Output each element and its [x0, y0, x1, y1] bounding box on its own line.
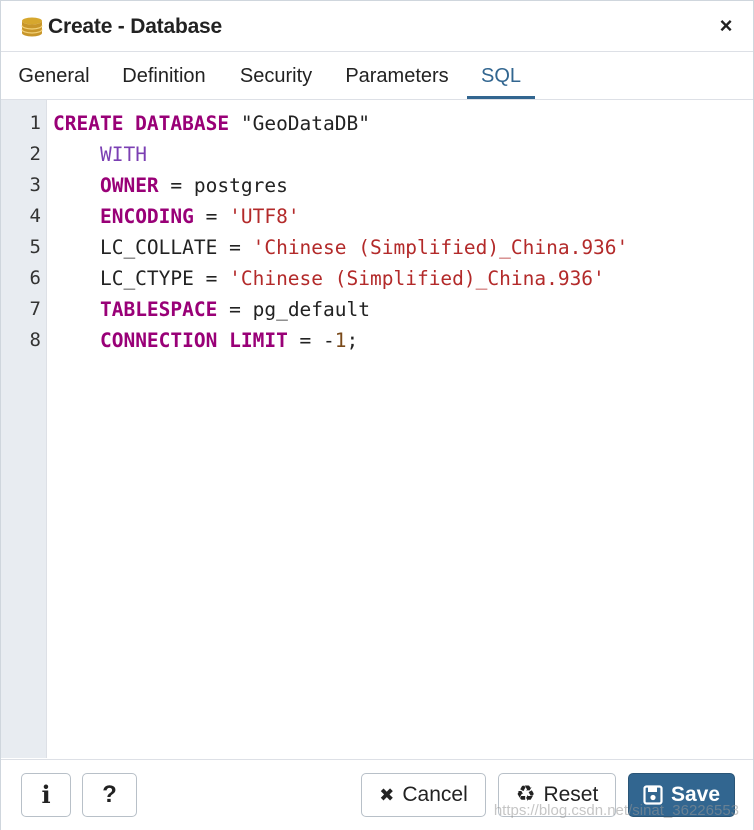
watermark-text: https://blog.csdn.net/sinat_36226553 [493, 802, 739, 819]
code-token: = pg_default [217, 298, 370, 321]
code-line[interactable]: LC_CTYPE = 'Chinese (Simplified)_China.9… [53, 263, 749, 294]
keyword-token: 1 [334, 329, 347, 352]
code-line[interactable]: CREATE DATABASE "GeoDataDB" [53, 108, 749, 139]
keyword-token: ENCODING [99, 205, 194, 228]
code-line[interactable]: WITH [53, 139, 749, 170]
keyword-token: CREATE DATABASE [53, 112, 230, 135]
code-token: = [193, 205, 230, 228]
dialog-titlebar[interactable]: Create - Database × [1, 1, 753, 52]
close-icon[interactable]: × [713, 13, 739, 39]
tab-sql[interactable]: SQL [467, 52, 535, 99]
cancel-button[interactable]: ✖ Cancel [361, 773, 486, 817]
code-token: = postgres [158, 174, 288, 197]
sql-code[interactable]: CREATE DATABASE "GeoDataDB" WITH OWNER =… [53, 108, 749, 356]
code-line[interactable]: LC_COLLATE = 'Chinese (Simplified)_China… [53, 232, 749, 263]
code-token: = - [287, 329, 335, 352]
string-token: 'Chinese (Simplified)_China.936' [252, 236, 629, 259]
code-token: LC_COLLATE = [53, 236, 253, 259]
x-icon: ✖ [379, 785, 395, 805]
line-number: 8 [29, 329, 41, 351]
line-number-gutter: 1 2 3 4 5 6 7 8 [1, 100, 47, 758]
string-token: 'UTF8' [229, 205, 300, 228]
sql-editor[interactable]: 1 2 3 4 5 6 7 8 CREATE DATABASE "GeoDataDB" WIT… [1, 100, 753, 758]
code-line[interactable]: CONNECTION LIMIT = -1; [53, 325, 749, 356]
keyword-token: OWNER [99, 174, 159, 197]
tab-bar: General Definition Security Parameters S… [1, 52, 753, 100]
info-icon: i [41, 780, 51, 809]
code-token: "GeoDataDB" [229, 112, 370, 135]
help-button[interactable]: ? [82, 773, 137, 817]
keyword-token: CONNECTION LIMIT [99, 329, 288, 352]
code-line[interactable]: TABLESPACE = pg_default [53, 294, 749, 325]
cancel-label: Cancel [402, 783, 468, 806]
code-line[interactable]: ENCODING = 'UTF8' [53, 201, 749, 232]
line-number: 2 [29, 143, 41, 165]
line-number: 6 [29, 267, 41, 289]
tab-definition[interactable]: Definition [117, 52, 211, 98]
line-number: 5 [29, 236, 41, 258]
database-icon [21, 17, 43, 37]
line-number: 1 [29, 112, 41, 134]
line-numbers: 1 2 3 4 5 6 7 8 [1, 108, 45, 356]
tab-security[interactable]: Security [235, 52, 317, 98]
keyword-token: WITH [99, 143, 147, 166]
dialog-footer: i ? ✖ Cancel ♻ Reset Save https://blog.c… [1, 759, 753, 830]
help-icon: ? [102, 781, 117, 808]
line-number: 7 [29, 298, 41, 320]
tab-general[interactable]: General [17, 52, 91, 98]
code-line[interactable]: OWNER = postgres [53, 170, 749, 201]
create-database-dialog: Create - Database × General Definition S… [0, 0, 754, 830]
dialog-title: Create - Database [48, 15, 223, 38]
line-number: 4 [29, 205, 41, 227]
info-button[interactable]: i [21, 773, 71, 817]
code-token: ; [346, 329, 359, 352]
line-number: 3 [29, 174, 41, 196]
string-token: 'Chinese (Simplified)_China.936' [229, 267, 605, 290]
tab-parameters[interactable]: Parameters [341, 52, 453, 98]
code-token: LC_CTYPE = [53, 267, 230, 290]
keyword-token: TABLESPACE [99, 298, 218, 321]
